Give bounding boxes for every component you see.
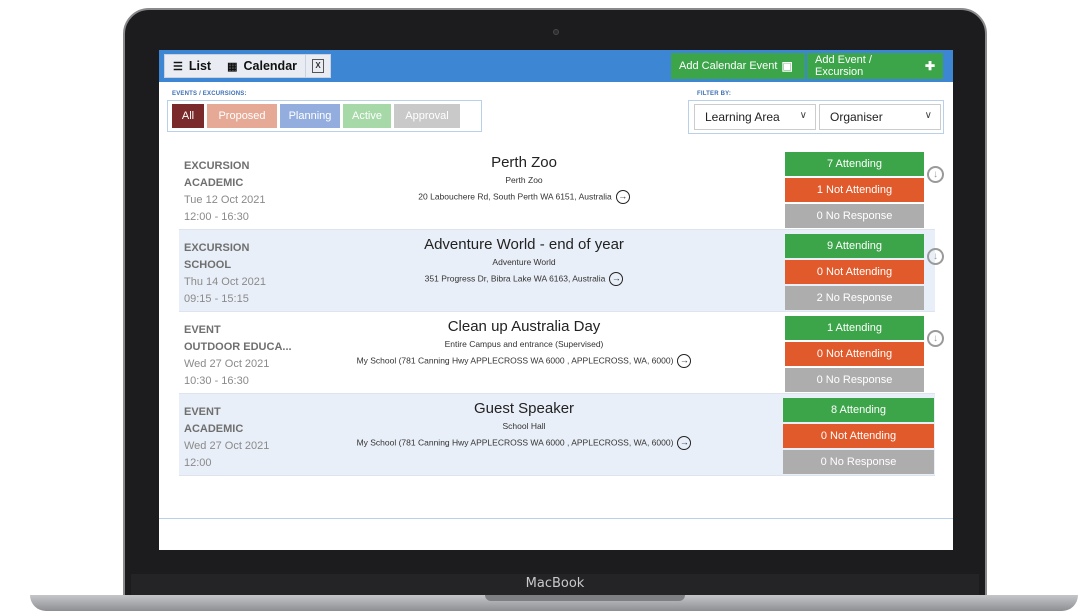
event-title[interactable]: Guest Speaker [309,400,739,417]
event-title[interactable]: Perth Zoo [309,154,739,171]
event-date: Thu 14 Oct 2021 [184,276,266,288]
download-icon[interactable]: ↓ [927,330,944,347]
event-address: 20 Labouchere Rd, South Perth WA 6151, A… [309,190,739,204]
event-category: ACADEMIC [184,177,244,189]
learning-area-value: Learning Area [705,110,780,124]
no-response-button[interactable]: 0 No Response [783,450,934,474]
event-type: EXCURSION [184,160,250,172]
event-location: Perth Zoo [505,175,543,185]
organiser-value: Organiser [830,110,883,124]
organiser-select[interactable]: Organiser ∨ [819,104,941,130]
filter-by-label: FILTER BY: [697,91,732,97]
event-location: Entire Campus and entrance (Supervised) [444,339,604,349]
event-row[interactable]: EXCURSION SCHOOL Thu 14 Oct 2021 09:15 -… [179,230,944,312]
tab-calendar-label: Calendar [243,59,298,73]
add-event-excursion-button[interactable]: Add Event / Excursion ✚ [807,53,943,79]
event-date: Wed 27 Oct 2021 [184,358,270,370]
chip-approval[interactable]: Approval [394,104,460,128]
calendar-plus-icon: ▣ [781,59,793,73]
filter-by-group: Learning Area ∨ Organiser ∨ [688,100,944,134]
event-address-text: My School (781 Canning Hwy APPLECROSS WA… [356,355,674,366]
event-meta: EVENT ACADEMIC Wed 27 Oct 2021 12:00 [184,404,269,472]
tab-list-label: List [188,59,212,73]
add-calendar-event-label: Add Calendar Event [679,60,778,72]
attending-button[interactable]: 7 Attending [785,152,924,176]
chip-proposed[interactable]: Proposed [207,104,277,128]
download-icon[interactable]: ↓ [927,166,944,183]
base-notch [485,595,685,601]
event-location: School Hall [502,421,546,431]
calendar-icon: ▦ [227,60,238,73]
chevron-down-icon: ∨ [924,110,932,121]
not-attending-button[interactable]: 1 Not Attending [785,178,924,202]
top-toolbar: ☰ List ▦ Calendar X Add Calendar Event ▣… [159,50,953,82]
event-time: 12:00 [184,457,212,469]
event-date: Wed 27 Oct 2021 [184,440,270,452]
camera-icon [553,29,559,35]
event-row[interactable]: EVENT OUTDOOR EDUCA... Wed 27 Oct 2021 1… [179,312,944,394]
event-category: ACADEMIC [184,423,244,435]
chip-active[interactable]: Active [343,104,391,128]
not-attending-button[interactable]: 0 Not Attending [785,260,924,284]
chevron-down-icon: ∨ [799,110,807,121]
event-type: EVENT [184,324,221,336]
arrow-right-circle-icon[interactable]: → [615,190,630,204]
type-filter-group: All Proposed Planning Active Approval [167,100,482,132]
no-response-button[interactable]: 0 No Response [785,368,924,392]
download-icon[interactable]: ↓ [927,248,944,265]
tab-calendar[interactable]: ▦ Calendar [219,55,305,77]
not-attending-button[interactable]: 0 Not Attending [785,342,924,366]
event-location: Adventure World [492,257,556,267]
no-response-button[interactable]: 0 No Response [785,204,924,228]
event-type: EVENT [184,406,221,418]
event-date: Tue 12 Oct 2021 [184,194,266,206]
event-address: 351 Progress Dr, Bibra Lake WA 6163, Aus… [309,272,739,286]
list-icon: ☰ [173,60,183,73]
add-calendar-event-button[interactable]: Add Calendar Event ▣ [671,53,805,79]
device-brand: MacBook [525,576,585,591]
plus-icon: ✚ [924,59,935,73]
event-time: 09:15 - 15:15 [184,293,249,305]
not-attending-button[interactable]: 0 Not Attending [783,424,934,448]
event-row[interactable]: EXCURSION ACADEMIC Tue 12 Oct 2021 12:00… [179,148,944,230]
arrow-right-circle-icon[interactable]: → [677,436,692,450]
attending-button[interactable]: 9 Attending [785,234,924,258]
event-category: OUTDOOR EDUCA... [184,341,292,353]
event-title[interactable]: Adventure World - end of year [309,236,739,253]
event-time: 12:00 - 16:30 [184,211,249,223]
arrow-right-circle-icon[interactable]: → [677,354,692,368]
export-excel-button[interactable]: X [305,55,330,77]
learning-area-select[interactable]: Learning Area ∨ [694,104,816,130]
event-time: 10:30 - 16:30 [184,375,249,387]
attending-button[interactable]: 1 Attending [785,316,924,340]
screen: ☰ List ▦ Calendar X Add Calendar Event ▣… [159,50,953,550]
tab-list[interactable]: ☰ List [165,55,219,77]
event-meta: EVENT OUTDOOR EDUCA... Wed 27 Oct 2021 1… [184,322,292,390]
no-response-button[interactable]: 2 No Response [785,286,924,310]
event-address-text: My School (781 Canning Hwy APPLECROSS WA… [356,437,674,448]
event-meta: EXCURSION SCHOOL Thu 14 Oct 2021 09:15 -… [184,240,266,308]
laptop-base [30,595,1078,611]
divider [159,518,953,519]
event-address: My School (781 Canning Hwy APPLECROSS WA… [309,354,739,368]
event-title[interactable]: Clean up Australia Day [309,318,739,335]
arrow-right-circle-icon[interactable]: → [609,272,624,286]
attending-button[interactable]: 8 Attending [783,398,934,422]
event-address: My School (781 Canning Hwy APPLECROSS WA… [309,436,739,450]
add-event-excursion-label: Add Event / Excursion [815,54,872,78]
view-tabs: ☰ List ▦ Calendar X [164,54,332,78]
chip-planning[interactable]: Planning [280,104,340,128]
bezel-bottom: MacBook [131,574,979,596]
event-address-text: 351 Progress Dr, Bibra Lake WA 6163, Aus… [424,273,606,284]
event-category: SCHOOL [184,259,232,271]
event-type: EXCURSION [184,242,250,254]
event-meta: EXCURSION ACADEMIC Tue 12 Oct 2021 12:00… [184,158,266,226]
chip-all[interactable]: All [172,104,204,128]
event-address-text: 20 Labouchere Rd, South Perth WA 6151, A… [418,191,612,202]
events-excursions-label: EVENTS / EXCURSIONS: [172,91,247,97]
event-row[interactable]: EVENT ACADEMIC Wed 27 Oct 2021 12:00 Gue… [179,394,935,476]
excel-icon: X [312,59,325,73]
